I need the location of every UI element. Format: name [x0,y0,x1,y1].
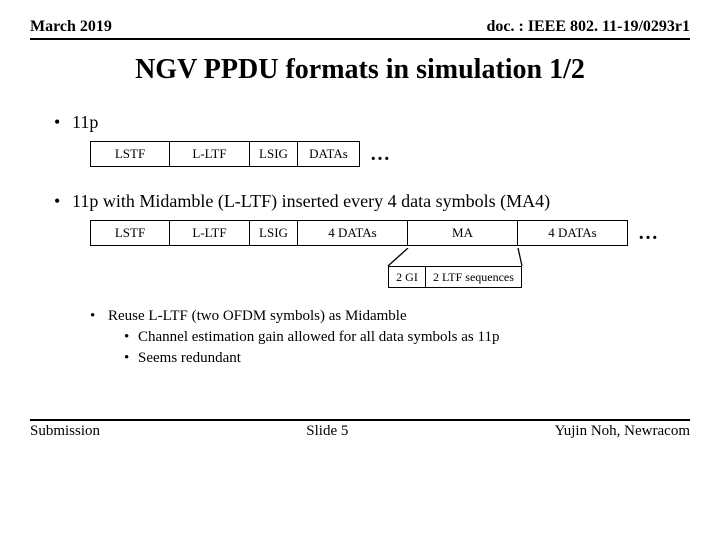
footer-rule [30,419,690,421]
cell-lltf: L-LTF [170,141,250,167]
cell-lltf: L-LTF [170,220,250,246]
cell-2ltf: 2 LTF sequences [426,266,522,288]
note-i1: Channel estimation gain allowed for all … [138,327,499,348]
cell-lstf: LSTF [90,220,170,246]
notes-block: • Reuse L-LTF (two OFDM symbols) as Mida… [90,306,690,369]
bullet-11p-text: 11p [72,112,98,133]
note-lead: Reuse L-LTF (two OFDM symbols) as Midamb… [108,306,407,327]
note-i2: Seems redundant [138,348,241,369]
footer-center: Slide 5 [306,423,348,440]
bullet-11p: • 11p [54,112,690,133]
bullet-dot: • [90,306,108,327]
cell-datas: DATAs [298,141,360,167]
bullet-11p-midamble-text: 11p with Midamble (L-LTF) inserted every… [72,191,550,212]
footer-right: Yujin Noh, Newracom [555,423,690,440]
ppdu-row-ma4: LSTF L-LTF LSIG 4 DATAs MA 4 DATAs … [90,220,690,246]
ma-breakdown: 2 GI 2 LTF sequences [90,248,690,288]
cell-4datas-b: 4 DATAs [518,220,628,246]
header-rule [30,38,690,40]
footer-left: Submission [30,423,100,440]
ellipsis: … [370,144,390,164]
bullet-dot: • [54,112,72,133]
cell-4datas-a: 4 DATAs [298,220,408,246]
cell-lsig: LSIG [250,141,298,167]
cell-lsig: LSIG [250,220,298,246]
cell-lstf: LSTF [90,141,170,167]
ellipsis: … [638,223,658,243]
ppdu-row-11p: LSTF L-LTF LSIG DATAs … [90,141,690,167]
cell-2gi: 2 GI [388,266,426,288]
header-docid: doc. : IEEE 802. 11-19/0293r1 [486,18,690,36]
bullet-11p-midamble: • 11p with Midamble (L-LTF) inserted eve… [54,191,690,212]
header-date: March 2019 [30,18,112,36]
bullet-dot: • [54,191,72,212]
ma-connector [90,248,690,266]
slide-title: NGV PPDU formats in simulation 1/2 [30,54,690,86]
cell-ma: MA [408,220,518,246]
